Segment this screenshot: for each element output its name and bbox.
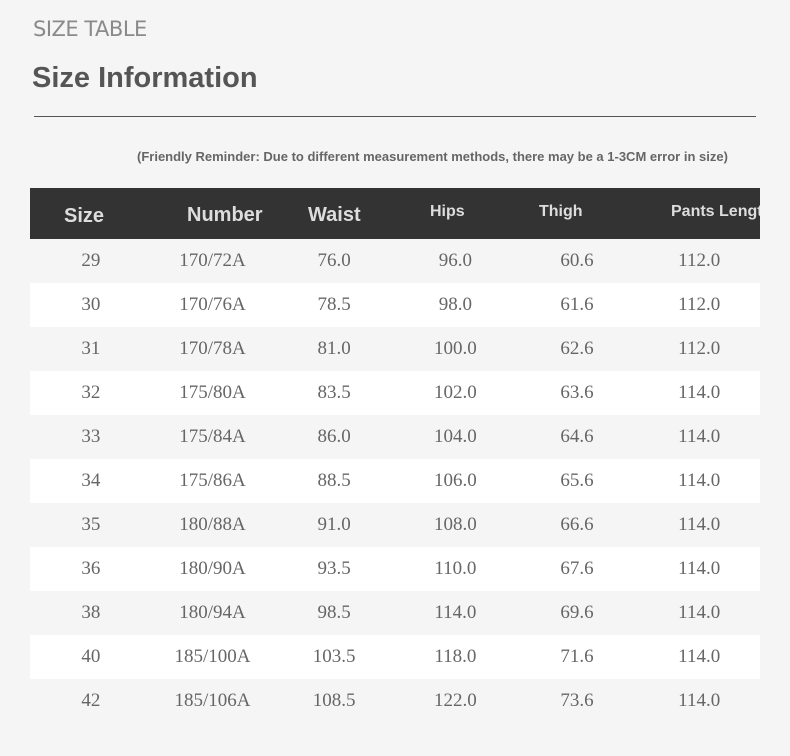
cell-size: 40: [81, 646, 101, 667]
table-header: Size Number Waist Hips Thigh Pants Lengt…: [30, 188, 760, 239]
cell-pants-length: 114.0: [678, 558, 721, 579]
cell-pants-length: 114.0: [678, 470, 721, 491]
cell-pants-length: 114.0: [678, 382, 721, 403]
column-header-pants-length: Pants Length: [671, 203, 760, 220]
cell-pants-length: 112.0: [678, 338, 721, 359]
cell-waist: 81.0: [317, 338, 351, 359]
cell-thigh: 63.6: [560, 382, 594, 403]
cell-thigh: 62.6: [560, 338, 594, 359]
column-header-thigh: Thigh: [539, 203, 583, 220]
cell-waist: 108.5: [312, 690, 356, 711]
column-header-hips: Hips: [430, 203, 465, 220]
cell-size: 31: [81, 338, 101, 359]
cell-hips: 118.0: [434, 646, 477, 667]
cell-thigh: 69.6: [560, 602, 594, 623]
cell-thigh: 73.6: [560, 690, 594, 711]
cell-size: 38: [81, 602, 101, 623]
cell-hips: 100.0: [433, 338, 477, 359]
eyebrow-label: SIZE TABLE: [33, 17, 147, 41]
cell-number: 180/90A: [179, 558, 246, 579]
cell-number: 180/88A: [179, 514, 246, 535]
cell-pants-length: 114.0: [678, 426, 721, 447]
cell-thigh: 71.6: [560, 646, 594, 667]
cell-number: 175/84A: [179, 426, 246, 447]
cell-number: 170/76A: [179, 294, 246, 315]
cell-size: 33: [81, 426, 101, 447]
table-row: 40 185/100A 103.5 118.0 71.6 114.0: [30, 635, 760, 679]
cell-size: 30: [81, 294, 101, 315]
cell-waist: 88.5: [317, 470, 351, 491]
cell-pants-length: 114.0: [678, 514, 721, 535]
table-row: 36 180/90A 93.5 110.0 67.6 114.0: [30, 547, 760, 591]
cell-number: 180/94A: [179, 602, 246, 623]
title-divider: [34, 116, 756, 117]
cell-pants-length: 112.0: [678, 294, 721, 315]
cell-hips: 102.0: [433, 382, 477, 403]
cell-size: 29: [81, 250, 101, 271]
cell-hips: 98.0: [438, 294, 472, 315]
cell-hips: 108.0: [433, 514, 477, 535]
cell-hips: 110.0: [434, 558, 477, 579]
cell-number: 170/78A: [179, 338, 246, 359]
reminder-note: (Friendly Reminder: Due to different mea…: [137, 149, 728, 164]
cell-hips: 122.0: [433, 690, 477, 711]
cell-size: 34: [81, 470, 101, 491]
cell-waist: 78.5: [317, 294, 351, 315]
cell-thigh: 61.6: [560, 294, 594, 315]
cell-number: 170/72A: [179, 250, 246, 271]
cell-waist: 93.5: [317, 558, 351, 579]
table-row: 30 170/76A 78.5 98.0 61.6 112.0: [30, 283, 760, 327]
cell-thigh: 65.6: [560, 470, 594, 491]
column-header-number: Number: [187, 204, 263, 226]
cell-hips: 104.0: [433, 426, 477, 447]
cell-thigh: 64.6: [560, 426, 594, 447]
cell-waist: 83.5: [317, 382, 351, 403]
cell-waist: 91.0: [317, 514, 351, 535]
table-row: 35 180/88A 91.0 108.0 66.6 114.0: [30, 503, 760, 547]
cell-size: 35: [81, 514, 101, 535]
cell-thigh: 67.6: [560, 558, 594, 579]
table-row: 34 175/86A 88.5 106.0 65.6 114.0: [30, 459, 760, 503]
cell-pants-length: 114.0: [678, 602, 721, 623]
cell-pants-length: 114.0: [678, 646, 721, 667]
column-header-waist: Waist: [308, 204, 361, 226]
table-row: 42 185/106A 108.5 122.0 73.6 114.0: [30, 679, 760, 723]
cell-pants-length: 112.0: [678, 250, 721, 271]
cell-waist: 86.0: [317, 426, 351, 447]
size-table: Size Number Waist Hips Thigh Pants Lengt…: [30, 188, 760, 723]
column-header-size: Size: [64, 205, 105, 227]
cell-waist: 76.0: [317, 250, 351, 271]
cell-thigh: 60.6: [560, 250, 594, 271]
cell-number: 175/86A: [179, 470, 246, 491]
cell-size: 42: [81, 690, 101, 711]
cell-hips: 96.0: [438, 250, 472, 271]
cell-hips: 114.0: [434, 602, 477, 623]
cell-pants-length: 114.0: [678, 690, 721, 711]
cell-waist: 98.5: [317, 602, 351, 623]
cell-size: 36: [81, 558, 101, 579]
cell-size: 32: [81, 382, 101, 403]
cell-waist: 103.5: [312, 646, 356, 667]
cell-number: 185/106A: [174, 690, 251, 711]
cell-number: 175/80A: [179, 382, 246, 403]
cell-hips: 106.0: [433, 470, 477, 491]
table-row: 38 180/94A 98.5 114.0 69.6 114.0: [30, 591, 760, 635]
table-row: 29 170/72A 76.0 96.0 60.6 112.0: [30, 239, 760, 283]
cell-number: 185/100A: [174, 646, 251, 667]
table-row: 31 170/78A 81.0 100.0 62.6 112.0: [30, 327, 760, 371]
page-title: Size Information: [32, 62, 258, 94]
table-row: 32 175/80A 83.5 102.0 63.6 114.0: [30, 371, 760, 415]
table-row: 33 175/84A 86.0 104.0 64.6 114.0: [30, 415, 760, 459]
cell-thigh: 66.6: [560, 514, 594, 535]
table-body: 29 170/72A 76.0 96.0 60.6 112.0 30 170/7…: [30, 239, 760, 723]
